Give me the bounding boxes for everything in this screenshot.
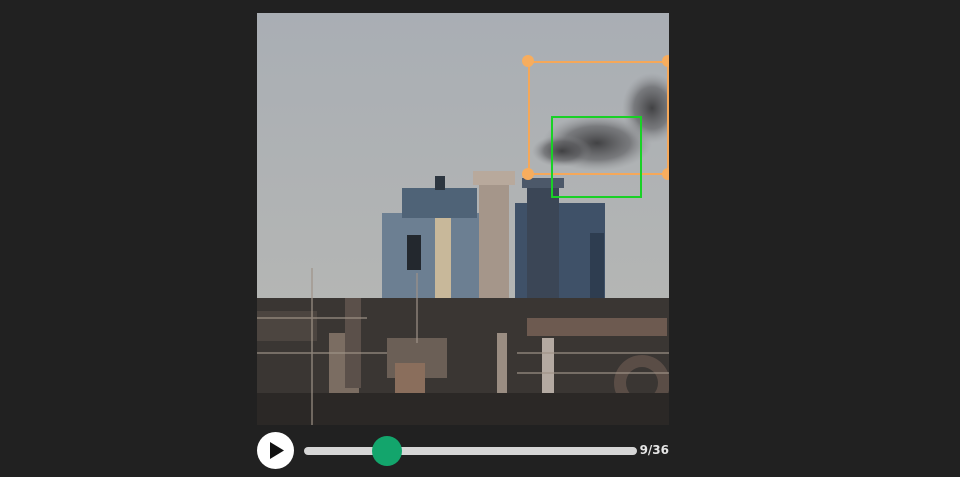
resize-handle-bottom-right[interactable] bbox=[662, 168, 669, 180]
resize-handle-bottom-left[interactable] bbox=[522, 168, 534, 180]
timeline-thumb[interactable] bbox=[372, 436, 403, 466]
resize-handle-top-left[interactable] bbox=[522, 55, 534, 67]
detection-bounding-box[interactable] bbox=[551, 116, 642, 198]
playback-controls: 9/36 bbox=[257, 432, 669, 470]
resize-handle-top-right[interactable] bbox=[662, 55, 669, 67]
play-icon bbox=[270, 442, 284, 459]
play-button[interactable] bbox=[257, 432, 294, 469]
timeline-slider[interactable] bbox=[304, 447, 637, 455]
video-frame[interactable] bbox=[257, 13, 669, 425]
frame-counter: 9/36 bbox=[639, 443, 669, 457]
